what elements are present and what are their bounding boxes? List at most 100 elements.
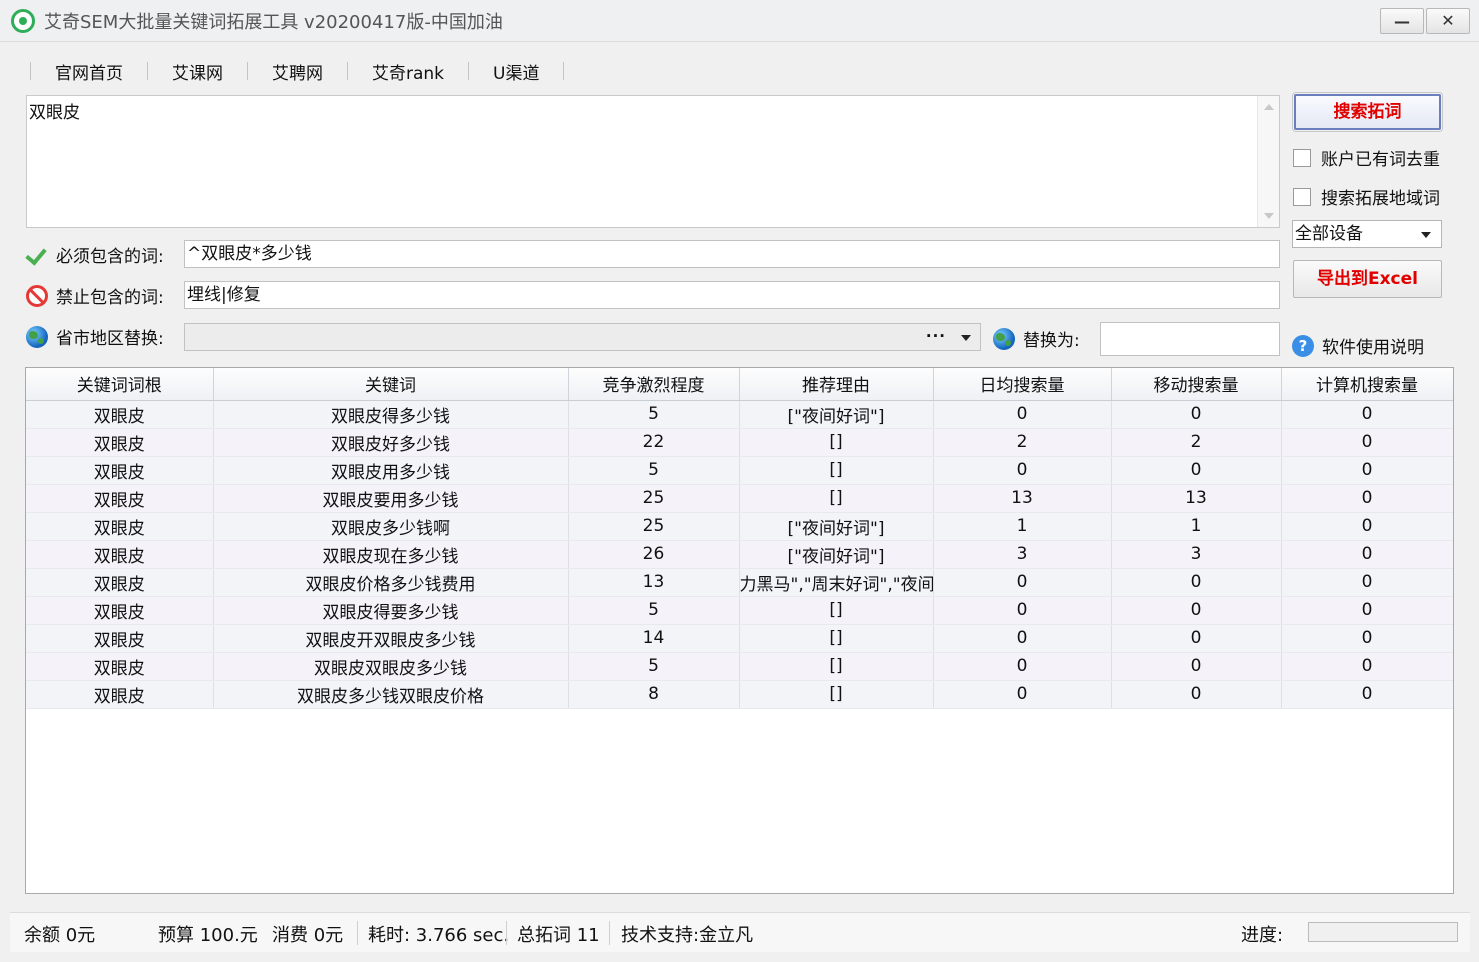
close-button[interactable]: ✕ — [1426, 8, 1470, 34]
region-replace-label: 省市地区替换: — [26, 324, 164, 349]
ellipsis-icon[interactable]: ··· — [926, 327, 946, 345]
table-cell: 双眼皮 — [26, 456, 214, 485]
table-row[interactable]: 双眼皮 双眼皮价格多少钱费用 13 力黑马","周末好词","夜间好 0 0 0 — [26, 568, 1453, 597]
checkmark-icon — [26, 244, 48, 266]
table-cell: 13 — [1111, 484, 1282, 513]
status-separator — [609, 921, 610, 945]
table-row[interactable]: 双眼皮 双眼皮要用多少钱 25[] 13 13 0 — [26, 484, 1453, 513]
exclude-input[interactable]: 埋线|修复 — [184, 281, 1280, 309]
region-expand-checkbox[interactable]: 搜索拓展地域词 — [1293, 184, 1440, 209]
table-cell: 0 — [1111, 456, 1282, 485]
help-link[interactable]: ? 软件使用说明 — [1292, 333, 1424, 358]
table-cell: 力黑马","周末好词","夜间好 — [739, 568, 934, 597]
table-cell: 双眼皮 — [26, 428, 214, 457]
globe-icon — [26, 325, 48, 348]
region-select[interactable]: ··· — [184, 323, 981, 351]
table-cell: 双眼皮 — [26, 568, 214, 597]
table-cell: 25 — [568, 512, 740, 541]
table-row[interactable]: 双眼皮 双眼皮得要多少钱 5[] 0 0 0 — [26, 596, 1453, 625]
nav-link-homepage[interactable]: 官网首页 — [31, 59, 147, 84]
table-cell: 双眼皮得要多少钱 — [213, 596, 569, 625]
table-row[interactable]: 双眼皮 双眼皮现在多少钱 26 ["夜间好词"] 3 3 0 — [26, 540, 1453, 569]
table-row[interactable]: 双眼皮 双眼皮得多少钱 5 ["夜间好词"] 0 0 0 — [26, 400, 1453, 429]
table-cell: 0 — [933, 400, 1112, 429]
device-select[interactable]: 全部设备 — [1292, 220, 1442, 248]
chevron-down-icon[interactable] — [1421, 232, 1431, 238]
table-cell: 0 — [1281, 540, 1453, 569]
help-icon[interactable]: ? — [1292, 334, 1314, 357]
region-expand-checkbox-label: 搜索拓展地域词 — [1321, 189, 1440, 209]
table-row[interactable]: 双眼皮 双眼皮多少钱啊 25 ["夜间好词"] 1 1 0 — [26, 512, 1453, 541]
table-row[interactable]: 双眼皮 双眼皮用多少钱 5[] 0 0 0 — [26, 456, 1453, 485]
table-cell: 双眼皮开双眼皮多少钱 — [213, 624, 569, 653]
table-cell: 0 — [933, 680, 1112, 709]
table-cell: [] — [739, 428, 934, 457]
table-cell: ["夜间好词"] — [739, 512, 934, 541]
must-include-text: 必须包含的词: — [56, 247, 164, 267]
table-cell: 0 — [1281, 428, 1453, 457]
table-cell: 双眼皮 — [26, 652, 214, 681]
table-row[interactable]: 双眼皮 双眼皮多少钱双眼皮价格 8[] 0 0 0 — [26, 680, 1453, 709]
status-separator — [357, 921, 358, 945]
column-header[interactable]: 推荐理由 — [739, 368, 934, 401]
column-header[interactable]: 计算机搜索量 — [1281, 368, 1453, 401]
device-select-value: 全部设备 — [1295, 224, 1363, 244]
nav-link-aipin[interactable]: 艾聘网 — [248, 59, 347, 84]
table-row[interactable]: 双眼皮 双眼皮开双眼皮多少钱 14[] 0 0 0 — [26, 624, 1453, 653]
chevron-down-icon[interactable] — [961, 335, 971, 341]
table-cell: 双眼皮 — [26, 484, 214, 513]
search-expand-button[interactable]: 搜索拓词 — [1292, 92, 1443, 132]
nav-link-aike[interactable]: 艾课网 — [148, 59, 247, 84]
replace-with-label: 替换为: — [993, 326, 1080, 351]
column-header[interactable]: 竞争激烈程度 — [568, 368, 740, 401]
table-cell: 0 — [933, 568, 1112, 597]
table-cell: 0 — [1111, 680, 1282, 709]
replace-with-input[interactable] — [1100, 322, 1280, 356]
minimize-button[interactable]: — — [1380, 8, 1424, 34]
table-cell: 0 — [1281, 568, 1453, 597]
table-cell: 双眼皮 — [26, 540, 214, 569]
app-logo-icon — [11, 9, 35, 33]
table-cell: 双眼皮用多少钱 — [213, 456, 569, 485]
status-budget: 预算 100.元 — [158, 925, 258, 946]
table-row[interactable]: 双眼皮 双眼皮好多少钱 22[] 2 2 0 — [26, 428, 1453, 457]
scroll-down-icon[interactable] — [1264, 213, 1274, 219]
table-cell: 0 — [1111, 652, 1282, 681]
column-header[interactable]: 日均搜索量 — [933, 368, 1112, 401]
table-cell: 13 — [933, 484, 1112, 513]
help-link-text[interactable]: 软件使用说明 — [1322, 333, 1424, 358]
region-replace-text: 省市地区替换: — [56, 329, 164, 349]
scroll-up-icon[interactable] — [1264, 104, 1274, 110]
table-cell: 2 — [933, 428, 1112, 457]
table-cell: 0 — [933, 596, 1112, 625]
export-excel-button[interactable]: 导出到Excel — [1293, 260, 1442, 298]
table-cell: 0 — [1281, 512, 1453, 541]
table-cell: 双眼皮现在多少钱 — [213, 540, 569, 569]
nav-link-aiqi-rank[interactable]: 艾奇rank — [348, 59, 468, 84]
table-cell: 0 — [1111, 400, 1282, 429]
nav-link-u-channel[interactable]: U渠道 — [469, 59, 563, 84]
exclude-label: 禁止包含的词: — [26, 283, 164, 308]
table-row[interactable]: 双眼皮 双眼皮双眼皮多少钱 5[] 0 0 0 — [26, 652, 1453, 681]
column-header[interactable]: 移动搜索量 — [1111, 368, 1282, 401]
replace-with-text: 替换为: — [1023, 331, 1080, 351]
table-header-row: 关键词词根 关键词 竞争激烈程度 推荐理由 日均搜索量 移动搜索量 计算机搜索量 — [26, 368, 1453, 401]
must-include-input[interactable]: ^双眼皮*多少钱 — [184, 240, 1280, 268]
dedupe-checkbox[interactable]: 账户已有词去重 — [1293, 145, 1440, 170]
table-cell: 14 — [568, 624, 740, 653]
table-cell: 5 — [568, 652, 740, 681]
table-cell: 双眼皮双眼皮多少钱 — [213, 652, 569, 681]
textarea-scrollbar[interactable] — [1257, 96, 1279, 227]
table-cell: 0 — [933, 652, 1112, 681]
region-expand-checkbox-box[interactable] — [1293, 187, 1311, 206]
column-header[interactable]: 关键词 — [213, 368, 569, 401]
table-cell: 1 — [1111, 512, 1282, 541]
table-cell: 13 — [568, 568, 740, 597]
table-cell: 0 — [1281, 680, 1453, 709]
table-cell: 0 — [1111, 568, 1282, 597]
column-header[interactable]: 关键词词根 — [26, 368, 214, 401]
table-cell: 双眼皮 — [26, 624, 214, 653]
dedupe-checkbox-box[interactable] — [1293, 148, 1311, 167]
seed-keywords-textarea[interactable]: 双眼皮 — [26, 95, 1280, 228]
results-table[interactable]: 关键词词根 关键词 竞争激烈程度 推荐理由 日均搜索量 移动搜索量 计算机搜索量… — [25, 367, 1454, 894]
